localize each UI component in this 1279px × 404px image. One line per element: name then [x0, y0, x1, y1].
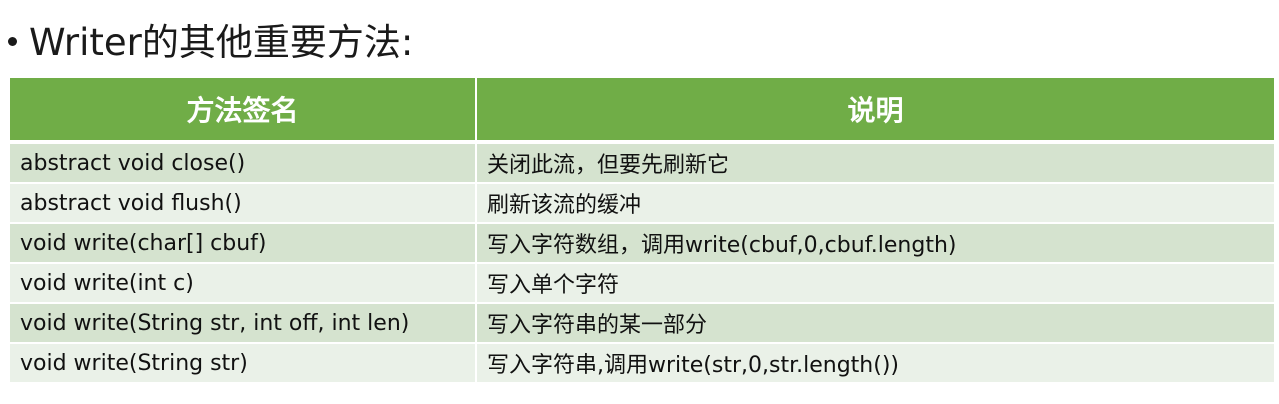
methods-table-container: 方法签名 说明 abstract void close() 关闭此流，但要先刷新… [10, 78, 1274, 384]
table-row: void write(int c) 写入单个字符 [10, 263, 1274, 304]
header-method-signature: 方法签名 [10, 78, 477, 144]
method-description-cell: 写入字符串,调用write(str,0,str.length()) [476, 343, 1274, 384]
method-description-cell: 刷新该流的缓冲 [476, 183, 1274, 224]
table-row: void write(String str, int off, int len)… [10, 303, 1274, 344]
method-signature-cell: abstract void close() [10, 142, 477, 184]
methods-table: 方法签名 说明 abstract void close() 关闭此流，但要先刷新… [10, 78, 1274, 384]
table-row: void write(String str) 写入字符串,调用write(str… [10, 343, 1274, 384]
table-row: abstract void close() 关闭此流，但要先刷新它 [10, 142, 1274, 184]
method-description-cell: 关闭此流，但要先刷新它 [476, 142, 1274, 184]
slide-title: Writer的其他重要方法: [8, 14, 413, 64]
table-header-row: 方法签名 说明 [10, 78, 1274, 144]
method-signature-cell: abstract void flush() [10, 183, 477, 224]
table-row: abstract void flush() 刷新该流的缓冲 [10, 183, 1274, 224]
method-signature-cell: void write(String str) [10, 343, 477, 384]
header-description: 说明 [476, 78, 1274, 144]
method-signature-cell: void write(int c) [10, 263, 477, 304]
bullet-icon [8, 36, 17, 46]
method-description-cell: 写入单个字符 [476, 263, 1274, 304]
method-description-cell: 写入字符串的某一部分 [476, 303, 1274, 344]
method-signature-cell: void write(String str, int off, int len) [10, 303, 477, 344]
table-row: void write(char[] cbuf) 写入字符数组，调用write(c… [10, 223, 1274, 264]
method-signature-cell: void write(char[] cbuf) [10, 223, 477, 264]
method-description-cell: 写入字符数组，调用write(cbuf,0,cbuf.length) [476, 223, 1274, 264]
slide-title-text: Writer的其他重要方法: [29, 21, 414, 64]
